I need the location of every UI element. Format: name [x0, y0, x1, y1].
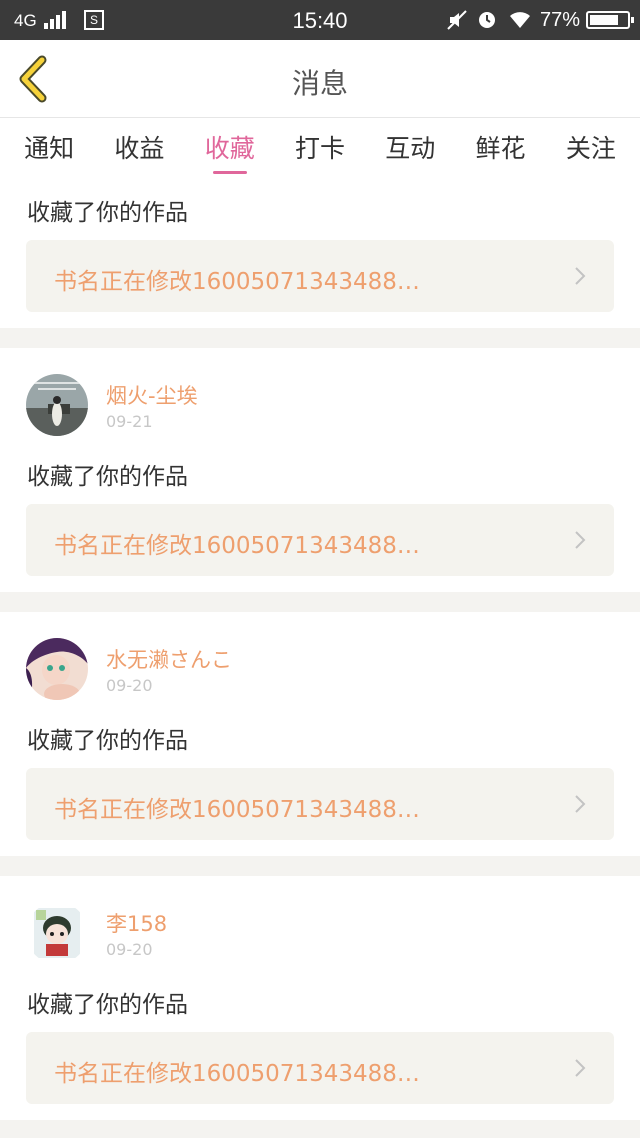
message-date: 09-20 — [106, 940, 153, 959]
tab-bar: 通知 收益 收藏 打卡 互动 鲜花 关注 — [0, 118, 640, 174]
work-title: 书名正在修改16005071343488… — [54, 269, 420, 295]
work-title: 书名正在修改16005071343488… — [54, 1061, 420, 1087]
message-action: 收藏了你的作品 — [27, 728, 188, 754]
chevron-right-icon — [575, 531, 586, 549]
tab-flowers[interactable]: 鲜花 — [476, 118, 526, 174]
message-card: 烟火-尘埃 09-21 收藏了你的作品 书名正在修改16005071343488… — [0, 348, 640, 592]
wifi-icon — [508, 8, 532, 36]
user-name[interactable]: 李158 — [106, 908, 167, 938]
avatar[interactable] — [26, 902, 88, 964]
work-link[interactable]: 书名正在修改16005071343488… — [26, 1032, 614, 1104]
mute-icon — [446, 9, 468, 37]
chevron-right-icon — [575, 267, 586, 285]
message-date: 09-20 — [106, 676, 153, 695]
work-link[interactable]: 书名正在修改16005071343488… — [26, 240, 614, 312]
chevron-right-icon — [575, 1059, 586, 1077]
message-card: 收藏了你的作品 书名正在修改16005071343488… — [0, 174, 640, 328]
work-title: 书名正在修改16005071343488… — [54, 533, 420, 559]
tab-checkin[interactable]: 打卡 — [295, 118, 345, 174]
battery-percent: 77% — [540, 9, 581, 31]
tab-favorites[interactable]: 收藏 — [205, 118, 255, 174]
work-link[interactable]: 书名正在修改16005071343488… — [26, 768, 614, 840]
message-action: 收藏了你的作品 — [27, 200, 188, 226]
user-name[interactable]: 水无濑さんこ — [106, 644, 232, 674]
tab-earnings[interactable]: 收益 — [114, 118, 164, 174]
tab-notifications[interactable]: 通知 — [24, 118, 74, 174]
chevron-right-icon — [575, 795, 586, 813]
status-bar: 4G S 15:40 77% — [0, 0, 640, 40]
work-link[interactable]: 书名正在修改16005071343488… — [26, 504, 614, 576]
tab-follows[interactable]: 关注 — [566, 118, 616, 174]
work-title: 书名正在修改16005071343488… — [54, 797, 420, 823]
nav-header: 消息 — [0, 40, 640, 118]
page-title: 消息 — [291, 67, 348, 100]
message-card: 水无濑さんこ 09-20 收藏了你的作品 书名正在修改1600507134348… — [0, 612, 640, 856]
avatar[interactable] — [26, 638, 88, 700]
avatar[interactable] — [26, 374, 88, 436]
message-card: 李158 09-20 收藏了你的作品 书名正在修改16005071343488… — [0, 876, 640, 1120]
battery-icon — [586, 11, 634, 29]
message-date: 09-21 — [106, 412, 153, 431]
user-name[interactable]: 烟火-尘埃 — [106, 380, 198, 410]
message-action: 收藏了你的作品 — [27, 464, 188, 490]
message-action: 收藏了你的作品 — [27, 992, 188, 1018]
tab-interactions[interactable]: 互动 — [385, 118, 435, 174]
alarm-icon — [476, 8, 498, 36]
